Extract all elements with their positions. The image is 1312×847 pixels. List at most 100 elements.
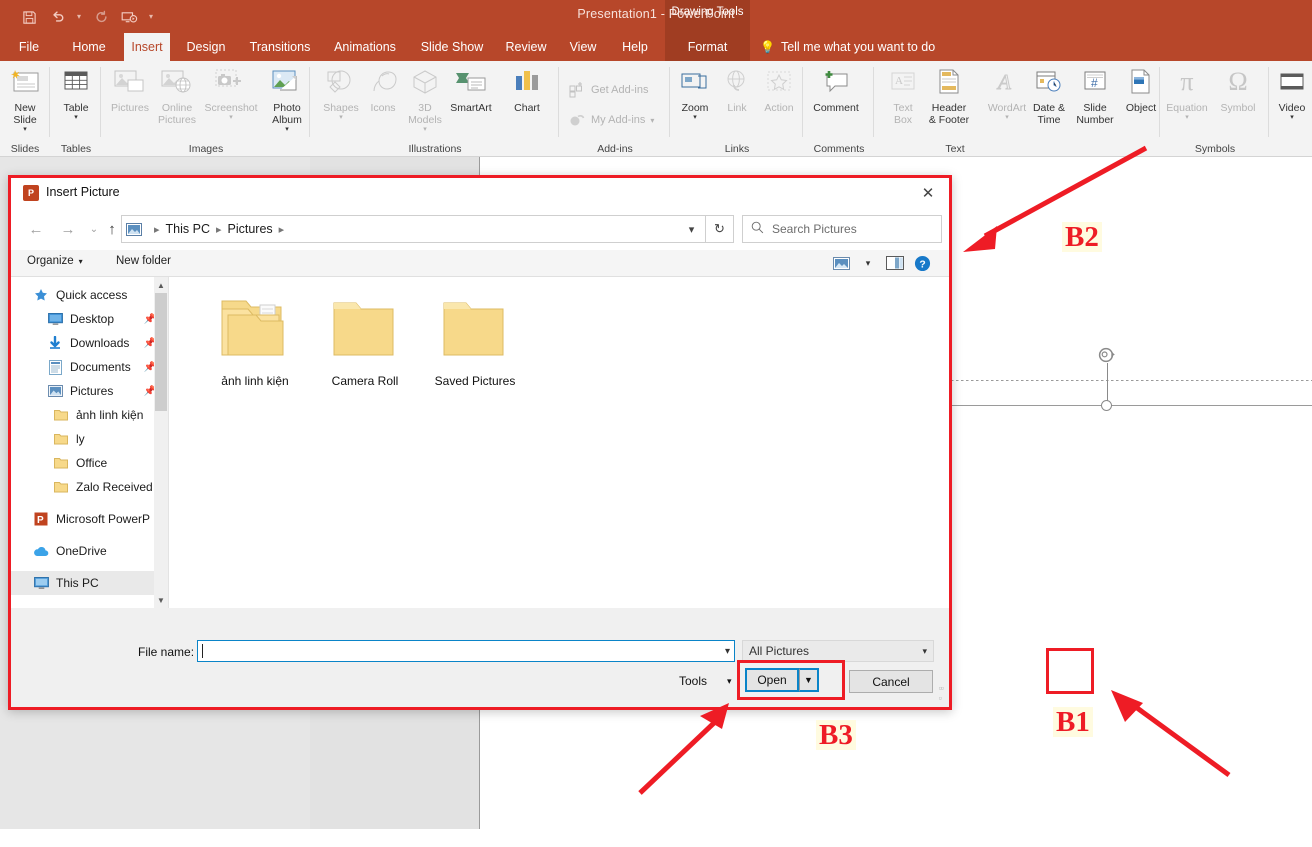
tab-format[interactable]: Format (665, 33, 750, 61)
comment-button[interactable]: Comment (808, 65, 864, 114)
chevron-down-icon[interactable]: ▾ (397, 126, 453, 134)
smartart-button[interactable]: SmartArt (440, 65, 502, 114)
nav-label: Office (76, 456, 108, 470)
nav-item-downloads[interactable]: Downloads 📌 (11, 331, 168, 355)
photo-album-button[interactable]: Photo Album ▾ (259, 65, 315, 134)
file-type-select[interactable]: All Pictures ▾ (742, 640, 934, 662)
tools-button[interactable]: Tools ▾ (679, 674, 732, 688)
chevron-down-icon[interactable]: ▾ (667, 114, 723, 122)
nav-item-documents[interactable]: Documents 📌 (11, 355, 168, 379)
nav-label: Desktop (70, 312, 115, 326)
scroll-down-icon[interactable]: ▼ (154, 592, 168, 608)
nav-item-desktop[interactable]: Desktop 📌 (11, 307, 168, 331)
help-icon[interactable]: ? (910, 253, 934, 273)
nav-item-this-pc[interactable]: This PC (11, 571, 168, 595)
scroll-up-icon[interactable]: ▲ (154, 277, 168, 293)
navigation-pane-scrollbar[interactable]: ▲ ▼ (154, 277, 168, 608)
tab-animations[interactable]: Animations (326, 33, 404, 61)
chevron-down-icon[interactable]: ▾ (48, 114, 104, 122)
screenshot-button[interactable]: Screenshot ▾ (203, 65, 259, 122)
nav-item-office[interactable]: Office (11, 451, 168, 475)
refresh-icon[interactable]: ↻ (706, 215, 734, 243)
nav-item-microsoft-powerpoint[interactable]: P Microsoft PowerP (11, 507, 168, 531)
list-item[interactable]: ảnh linh kiện (195, 291, 315, 388)
file-name-input[interactable] (197, 640, 735, 662)
nav-item-onedrive[interactable]: OneDrive (11, 539, 168, 563)
online-pictures-button[interactable]: Online Pictures (149, 65, 205, 126)
tab-help[interactable]: Help (614, 33, 656, 61)
breadcrumb[interactable]: ▸ This PC ▸ Pictures ▸ (121, 215, 706, 243)
list-item[interactable]: Camera Roll (305, 291, 425, 388)
ribbon-group-links: Zoom ▾ Link Action Links (671, 61, 803, 157)
open-button[interactable]: Open (745, 668, 799, 692)
chevron-down-icon[interactable]: ▾ (650, 116, 654, 125)
file-name-dropdown-icon[interactable]: ▾ (719, 640, 736, 662)
new-folder-button[interactable]: New folder (116, 255, 171, 267)
list-item[interactable]: Saved Pictures (415, 291, 535, 388)
tab-home[interactable]: Home (62, 33, 116, 61)
smartart-label: SmartArt (450, 102, 492, 114)
video-button[interactable]: Video ▾ (1264, 65, 1312, 122)
nav-item-quick-access[interactable]: Quick access (11, 283, 168, 307)
forward-button[interactable]: → (55, 216, 81, 242)
breadcrumb-item-0[interactable]: This PC (166, 222, 210, 236)
symbol-icon: Ω (1228, 67, 1248, 96)
action-button[interactable]: Action (751, 65, 807, 114)
chart-button[interactable]: Chart (499, 65, 555, 114)
navigation-pane[interactable]: Quick access Desktop 📌 Downloads 📌 Docum… (11, 277, 169, 622)
file-list[interactable]: ảnh linh kiện Camera Roll Saved Pictures (170, 277, 949, 608)
symbol-button[interactable]: Ω Symbol (1210, 65, 1266, 115)
dialog-title-bar: P Insert Picture ✕ (11, 178, 949, 208)
new-slide-label: New Slide (13, 102, 37, 126)
preview-pane-icon[interactable] (883, 253, 907, 273)
chevron-down-icon[interactable]: ▾ (313, 114, 369, 122)
chevron-down-icon[interactable]: ▾ (259, 126, 315, 134)
tab-file[interactable]: File (8, 33, 50, 61)
search-input[interactable]: Search Pictures (742, 215, 942, 243)
insert-picture-dialog[interactable]: P Insert Picture ✕ ← → ⌄ ↑ ▸ This PC ▸ P… (8, 175, 952, 710)
chevron-down-icon[interactable]: ▾ (203, 114, 259, 122)
nav-item-ly[interactable]: ly (11, 427, 168, 451)
new-slide-button[interactable]: New Slide ▾ (0, 65, 53, 134)
get-addins-button[interactable]: Get Add-ins (568, 81, 648, 99)
smartart-icon (440, 65, 502, 99)
folder-icon (443, 302, 504, 356)
back-button[interactable]: ← (23, 216, 49, 242)
chevron-down-icon[interactable]: ▾ (1264, 114, 1312, 122)
resize-handle[interactable] (1101, 400, 1112, 411)
view-layout-icon[interactable] (829, 253, 853, 273)
tab-design[interactable]: Design (178, 33, 234, 61)
rotate-handle-icon[interactable] (1096, 345, 1118, 367)
scroll-thumb[interactable] (155, 293, 167, 411)
tab-review[interactable]: Review (498, 33, 554, 61)
search-icon (751, 221, 764, 237)
resize-grip-icon[interactable]: ▫▫ ▫ (939, 683, 944, 703)
chevron-down-icon[interactable]: ▾ (0, 126, 53, 134)
tell-me-search[interactable]: 💡 Tell me what you want to do (760, 33, 935, 61)
tab-insert[interactable]: Insert (124, 33, 170, 61)
nav-item-anh-linh-kien[interactable]: ảnh linh kiện (11, 403, 168, 427)
equation-icon: π (1180, 67, 1194, 96)
nav-item-pictures[interactable]: Pictures 📌 (11, 379, 168, 403)
equation-button[interactable]: π Equation ▾ (1159, 65, 1215, 122)
header-footer-button[interactable]: Header & Footer (919, 65, 979, 126)
open-dropdown-icon[interactable]: ▼ (799, 668, 819, 692)
tab-view[interactable]: View (560, 33, 606, 61)
view-dropdown-icon[interactable]: ▾ (856, 253, 880, 273)
breadcrumb-sep-icon[interactable]: ▸ (279, 223, 285, 236)
table-button[interactable]: Table ▾ (48, 65, 104, 122)
chevron-down-icon[interactable]: ▾ (1159, 114, 1215, 122)
breadcrumb-item-1[interactable]: Pictures (228, 222, 273, 236)
tab-slide-show[interactable]: Slide Show (412, 33, 492, 61)
organize-button[interactable]: Organize ▾ (27, 255, 83, 267)
nav-label: Microsoft PowerP (56, 512, 151, 526)
folder-icon (51, 433, 71, 445)
breadcrumb-dropdown-icon[interactable]: ▾ (678, 215, 706, 243)
my-addins-button[interactable]: My Add-ins ▾ (568, 111, 654, 129)
file-name: Saved Pictures (434, 374, 516, 388)
nav-item-zalo-received[interactable]: Zalo Received Fi (11, 475, 168, 499)
tab-transitions[interactable]: Transitions (240, 33, 320, 61)
cancel-button[interactable]: Cancel (849, 670, 933, 693)
close-icon[interactable]: ✕ (913, 181, 943, 205)
nav-label: Zalo Received Fi (76, 480, 167, 494)
